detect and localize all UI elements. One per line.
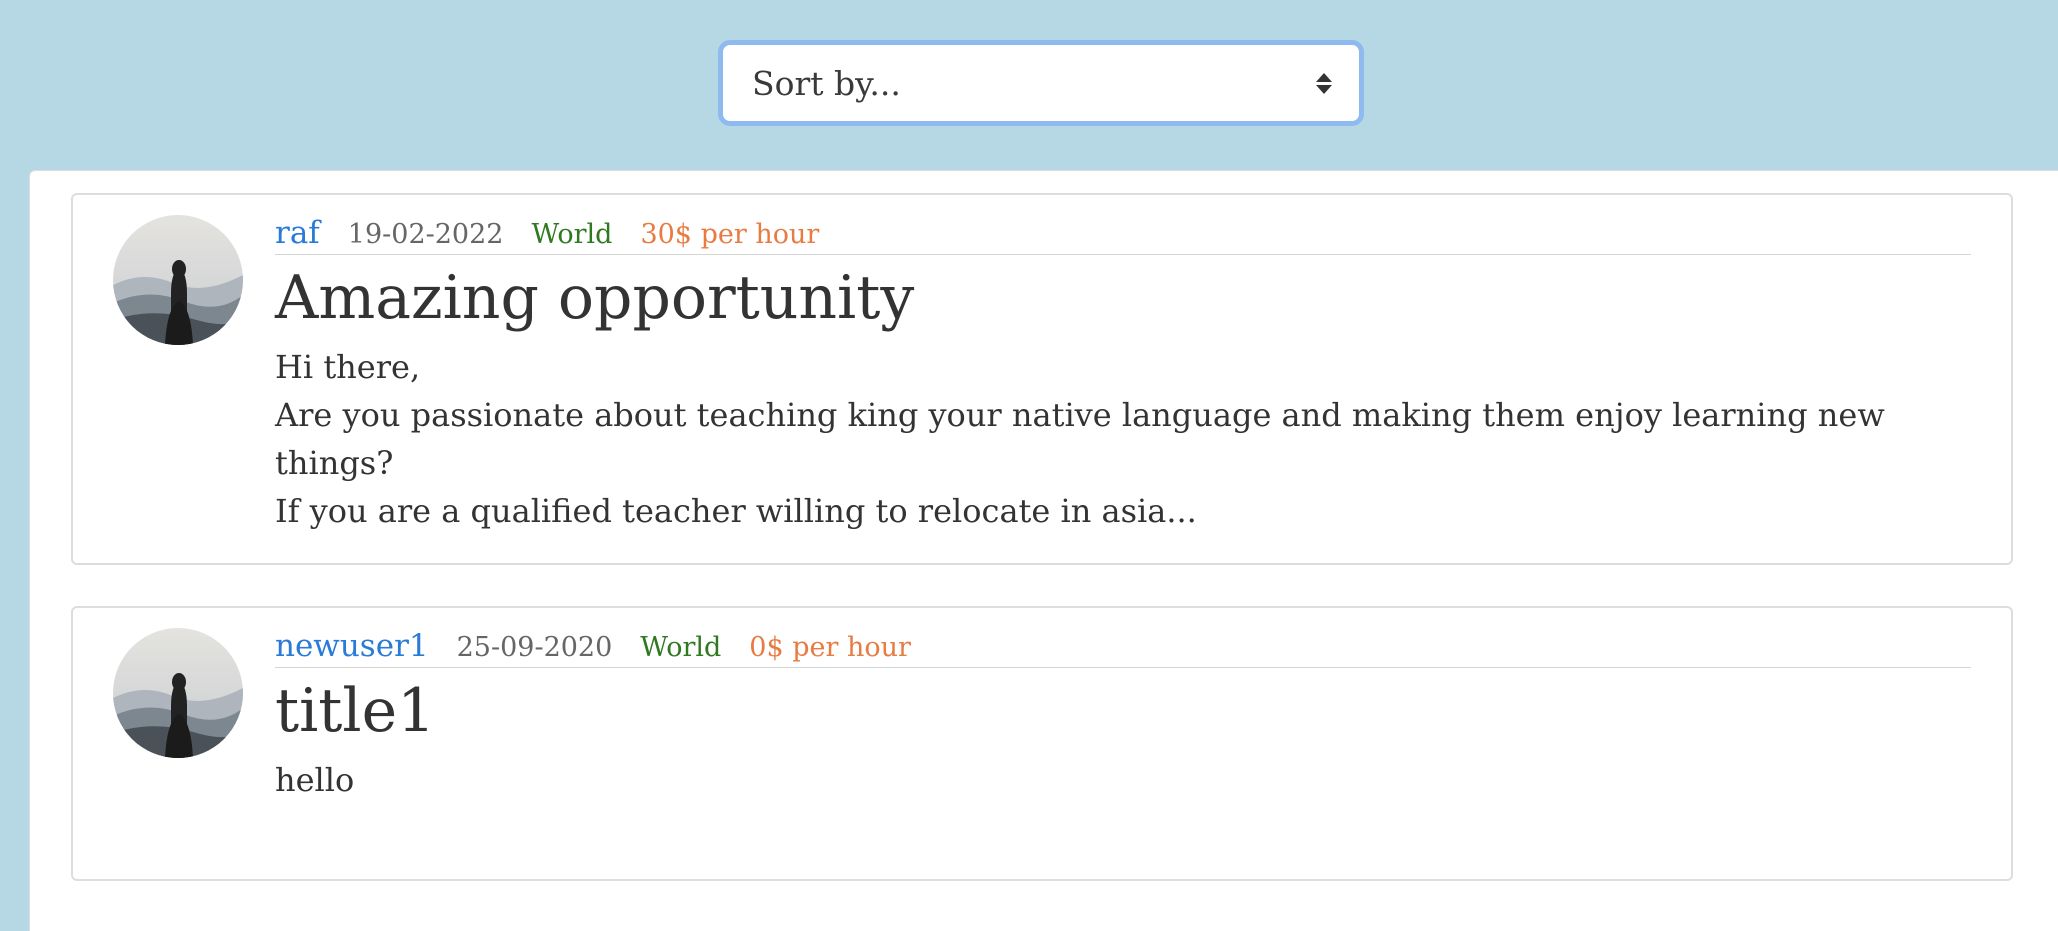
post-content: newuser1 25-09-2020 World 0$ per hour ti…	[275, 622, 1971, 804]
post-card: newuser1 25-09-2020 World 0$ per hour ti…	[71, 606, 2013, 881]
post-title[interactable]: Amazing opportunity	[275, 265, 1971, 331]
author-link[interactable]: raf	[275, 215, 320, 251]
post-region: World	[531, 219, 613, 250]
sort-arrows-icon	[1316, 70, 1332, 96]
post-rate: 0$ per hour	[749, 632, 911, 663]
sort-select-container[interactable]: Sort by...	[718, 40, 1364, 126]
post-rate: 30$ per hour	[640, 219, 820, 250]
avatar[interactable]	[113, 215, 243, 345]
post-date: 25-09-2020	[456, 632, 613, 663]
post-text-line: If you are a qualified teacher willing t…	[275, 492, 1197, 530]
post-card: raf 19-02-2022 World 30$ per hour Amazin…	[71, 193, 2013, 565]
sort-select[interactable]: Sort by...	[728, 50, 1354, 116]
avatar[interactable]	[113, 628, 243, 758]
post-title[interactable]: title1	[275, 678, 1971, 744]
post-meta: newuser1 25-09-2020 World 0$ per hour	[275, 628, 1971, 668]
post-region: World	[640, 632, 722, 663]
author-link[interactable]: newuser1	[275, 628, 429, 664]
posts-panel: raf 19-02-2022 World 30$ per hour Amazin…	[29, 170, 2058, 931]
post-text-line: Are you passionate about teaching king y…	[275, 396, 1885, 482]
post-text-line: Hi there,	[275, 348, 421, 386]
sort-select-value: Sort by...	[752, 63, 901, 103]
post-meta: raf 19-02-2022 World 30$ per hour	[275, 215, 1971, 255]
post-text-line: hello	[275, 761, 355, 799]
post-content: raf 19-02-2022 World 30$ per hour Amazin…	[275, 209, 1971, 535]
post-date: 19-02-2022	[347, 219, 504, 250]
